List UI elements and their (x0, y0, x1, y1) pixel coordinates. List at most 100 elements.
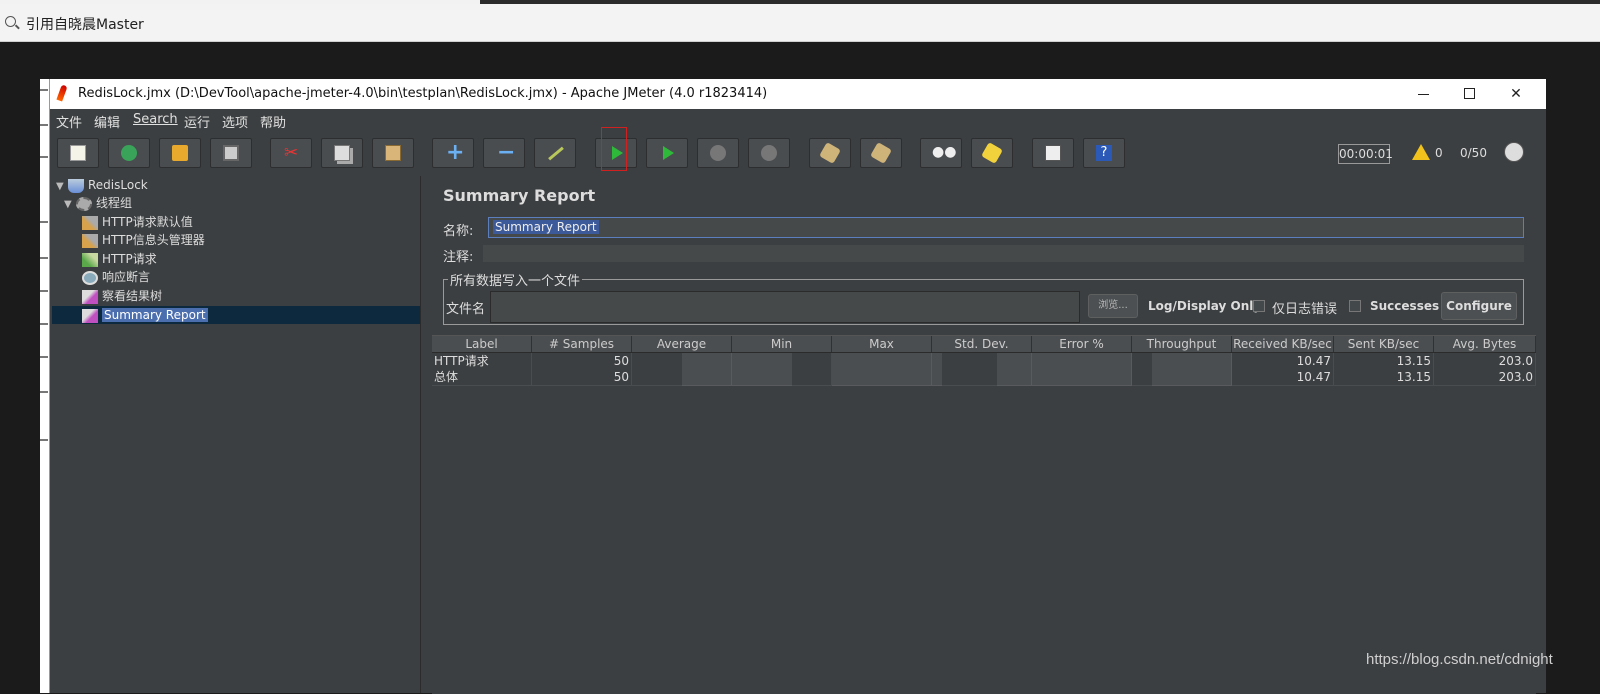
table-row[interactable]: HTTP请求 50 10.47 13.15 203.0 (432, 353, 1536, 370)
shutdown-button[interactable] (748, 138, 790, 168)
save-button[interactable] (210, 138, 252, 168)
cut-button[interactable]: ✂ (270, 138, 312, 168)
menu-edit[interactable]: 编辑 (94, 112, 120, 131)
menu-run[interactable]: 运行 (184, 112, 210, 131)
table-cell: 10.47 (1232, 353, 1334, 369)
new-icon (70, 145, 86, 161)
search-button[interactable]: ●● (920, 138, 962, 168)
summary-table: Label # Samples Average Min Max Std. Dev… (432, 335, 1536, 694)
cut-icon: ✂ (284, 143, 299, 163)
toggle-button[interactable] (534, 138, 576, 168)
templates-button[interactable] (108, 138, 150, 168)
menu-file[interactable]: 文件 (56, 112, 82, 131)
filename-input[interactable] (490, 291, 1080, 323)
log-display-only-label: Log/Display Only: (1148, 299, 1266, 313)
comment-label: 注释: (443, 250, 474, 265)
menu-options[interactable]: 选项 (222, 112, 248, 131)
column-header[interactable]: Min (732, 336, 832, 352)
column-header[interactable]: Average (632, 336, 732, 352)
column-header[interactable]: Throughput (1132, 336, 1232, 352)
column-header[interactable]: Max (832, 336, 932, 352)
help-icon: ? (1096, 145, 1112, 161)
table-row[interactable]: 总体 50 10.47 13.15 203.0 (432, 369, 1536, 386)
redaction-blur (997, 353, 1132, 386)
open-icon (172, 145, 188, 161)
shutdown-icon (761, 145, 777, 161)
config-icon (82, 233, 98, 248)
active-threads: 0/50 (1460, 146, 1487, 160)
menu-help[interactable]: 帮助 (260, 112, 286, 131)
warning-icon[interactable] (1412, 144, 1430, 160)
start-no-pauses-button[interactable] (646, 138, 688, 168)
listener-icon (82, 308, 98, 323)
column-header[interactable]: Sent KB/sec (1334, 336, 1434, 352)
column-header[interactable]: Std. Dev. (932, 336, 1032, 352)
redaction-blur (1152, 353, 1232, 386)
templates-icon (121, 145, 137, 161)
stop-button[interactable] (697, 138, 739, 168)
new-button[interactable] (57, 138, 99, 168)
copy-button[interactable] (321, 138, 363, 168)
table-cell: 10.47 (1232, 369, 1334, 385)
reset-search-button[interactable] (971, 138, 1013, 168)
tree-node-results-tree[interactable]: 察看结果树 (82, 287, 162, 305)
test-plan-icon (68, 178, 84, 193)
close-icon[interactable]: ✕ (1493, 79, 1539, 109)
copy-icon (334, 145, 350, 161)
clear-all-button[interactable] (860, 138, 902, 168)
column-header[interactable]: Error % (1032, 336, 1132, 352)
successes-label: Successes (1370, 299, 1440, 313)
successes-checkbox[interactable] (1349, 300, 1361, 312)
filename-label: 文件名 (446, 302, 486, 317)
tree-node-test-plan[interactable]: ▼ RedisLock (56, 176, 148, 194)
title-bar: RedisLock.jmx (D:\DevTool\apache-jmeter-… (50, 79, 1546, 109)
configure-button[interactable]: Configure (1441, 292, 1517, 320)
toggle-icon (548, 146, 564, 161)
clear-icon (819, 142, 841, 164)
menu-bar: 文件 编辑 Search 运行 选项 帮助 (50, 109, 1546, 131)
table-cell: HTTP请求 (432, 353, 532, 369)
start-no-pauses-icon (663, 146, 674, 160)
tree-node-thread-group[interactable]: ▼ 线程组 (64, 194, 132, 212)
expand-button[interactable]: + (432, 138, 474, 168)
save-icon (223, 145, 239, 161)
browser-search-bar[interactable]: 引用自晓晨Master (0, 4, 1600, 42)
column-header[interactable]: Label (432, 336, 532, 352)
tree-node-response-assertion[interactable]: 响应断言 (82, 268, 150, 286)
function-helper-button[interactable] (1032, 138, 1074, 168)
search-text: 引用自晓晨Master (26, 17, 144, 33)
split-pane-divider[interactable] (421, 176, 429, 693)
browse-button[interactable]: 浏览... (1088, 294, 1138, 318)
tree-node-http-request[interactable]: HTTP请求 (82, 250, 157, 268)
name-field[interactable]: Summary Report (488, 217, 1524, 238)
clear-button[interactable] (809, 138, 851, 168)
collapse-icon: − (497, 140, 516, 165)
test-plan-tree: ▼ RedisLock ▼ 线程组 HTTP请求默认值 HTTP信息头管理器 HTT… (52, 176, 421, 693)
name-label: 名称: (443, 224, 474, 239)
comment-field[interactable] (483, 245, 1524, 262)
column-header[interactable]: Avg. Bytes (1434, 336, 1536, 352)
stop-icon (710, 145, 726, 161)
redaction-blur (832, 353, 942, 386)
assertion-icon (82, 270, 98, 285)
errors-checkbox[interactable] (1253, 300, 1265, 312)
collapse-button[interactable]: − (483, 138, 525, 168)
listener-icon (82, 289, 98, 304)
menu-search[interactable]: Search (133, 112, 178, 127)
paste-button[interactable] (372, 138, 414, 168)
errors-label: 仅日志错误 (1272, 302, 1338, 317)
paste-icon (385, 145, 401, 161)
tree-node-header-manager[interactable]: HTTP信息头管理器 (82, 231, 205, 249)
tree-node-http-defaults[interactable]: HTTP请求默认值 (82, 213, 193, 231)
column-header[interactable]: # Samples (532, 336, 632, 352)
column-header[interactable]: Received KB/sec (1232, 336, 1334, 352)
collapse-arrow-icon[interactable]: ▼ (64, 196, 76, 214)
summary-report-panel: Summary Report 名称: Summary Report 注释: 所有… (430, 176, 1546, 694)
open-button[interactable] (159, 138, 201, 168)
maximize-icon[interactable] (1447, 79, 1493, 109)
tree-node-summary-report[interactable]: Summary Report (82, 306, 208, 324)
function-helper-icon (1045, 145, 1061, 161)
remote-status-icon (1504, 142, 1524, 162)
help-button[interactable]: ? (1083, 138, 1125, 168)
minimize-icon[interactable] (1401, 79, 1447, 109)
